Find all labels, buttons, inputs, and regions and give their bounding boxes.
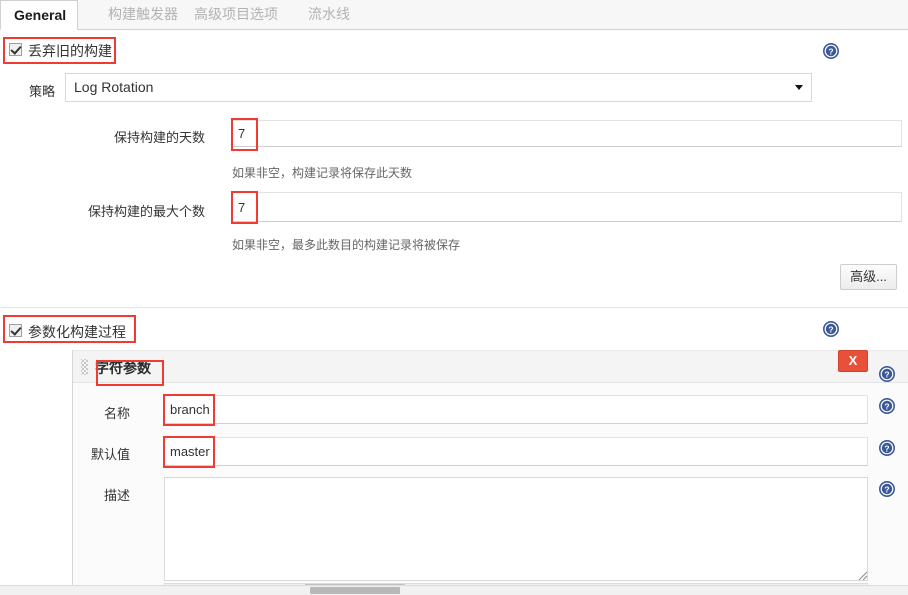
strategy-select[interactable]: Log Rotation [65, 73, 812, 102]
days-to-keep-label: 保持构建的天数 [113, 130, 205, 145]
chevron-down-icon [795, 85, 803, 90]
help-icon-param-default[interactable]: ? [879, 440, 895, 456]
discard-old-builds-label: 丢弃旧的构建 [28, 43, 112, 59]
max-builds-help: 如果非空，最多此数目的构建记录将被保存 [232, 238, 461, 252]
svg-text:?: ? [828, 47, 833, 57]
help-icon-parameterized-build[interactable]: ? [823, 321, 839, 337]
tab-pipeline[interactable]: 流水线 [295, 0, 363, 30]
page-scrollbar-thumb[interactable] [310, 587, 400, 594]
delete-parameter-button[interactable]: X [838, 350, 868, 372]
strategy-select-value: Log Rotation [74, 79, 154, 95]
svg-text:?: ? [884, 402, 889, 412]
tab-build-triggers[interactable]: 构建触发器 [95, 0, 191, 30]
max-builds-label: 保持构建的最大个数 [87, 204, 205, 219]
max-builds-input[interactable] [232, 192, 902, 222]
page-horizontal-scrollbar[interactable] [0, 585, 908, 595]
parameterized-build-checkbox[interactable] [9, 324, 22, 337]
help-icon-param-name[interactable]: ? [879, 398, 895, 414]
drag-handle-icon[interactable] [81, 359, 88, 375]
tab-general[interactable]: General [0, 0, 78, 30]
help-icon-param-description[interactable]: ? [879, 481, 895, 497]
tab-bar: General 构建触发器 高级项目选项 流水线 [0, 0, 908, 30]
tab-advanced-project-options[interactable]: 高级项目选项 [181, 0, 291, 30]
param-description-textarea[interactable] [164, 477, 868, 581]
days-to-keep-help: 如果非空，构建记录将保存此天数 [232, 166, 413, 180]
string-parameter-header: 字符参数 [73, 351, 908, 383]
svg-text:?: ? [828, 325, 833, 335]
advanced-button[interactable]: 高级... [840, 264, 897, 290]
discard-old-builds-row: 丢弃旧的构建 [0, 36, 908, 66]
param-name-label: 名称 [103, 406, 130, 421]
param-default-label: 默认值 [90, 447, 130, 462]
param-name-input[interactable] [164, 395, 868, 424]
param-description-label: 描述 [103, 488, 130, 503]
param-default-input[interactable] [164, 437, 868, 466]
days-to-keep-input[interactable] [232, 120, 902, 147]
svg-text:?: ? [884, 444, 889, 454]
parameterized-build-row: 参数化构建过程 [0, 317, 908, 347]
svg-text:?: ? [884, 370, 889, 380]
section-divider [0, 307, 908, 308]
help-icon-string-parameter[interactable]: ? [879, 366, 895, 382]
string-parameter-title: 字符参数 [95, 360, 151, 376]
parameterized-build-label: 参数化构建过程 [28, 324, 126, 340]
help-icon-discard-old-builds[interactable]: ? [823, 43, 839, 59]
discard-old-builds-checkbox[interactable] [9, 43, 22, 56]
strategy-label: 策略 [28, 84, 55, 99]
svg-text:?: ? [884, 485, 889, 495]
